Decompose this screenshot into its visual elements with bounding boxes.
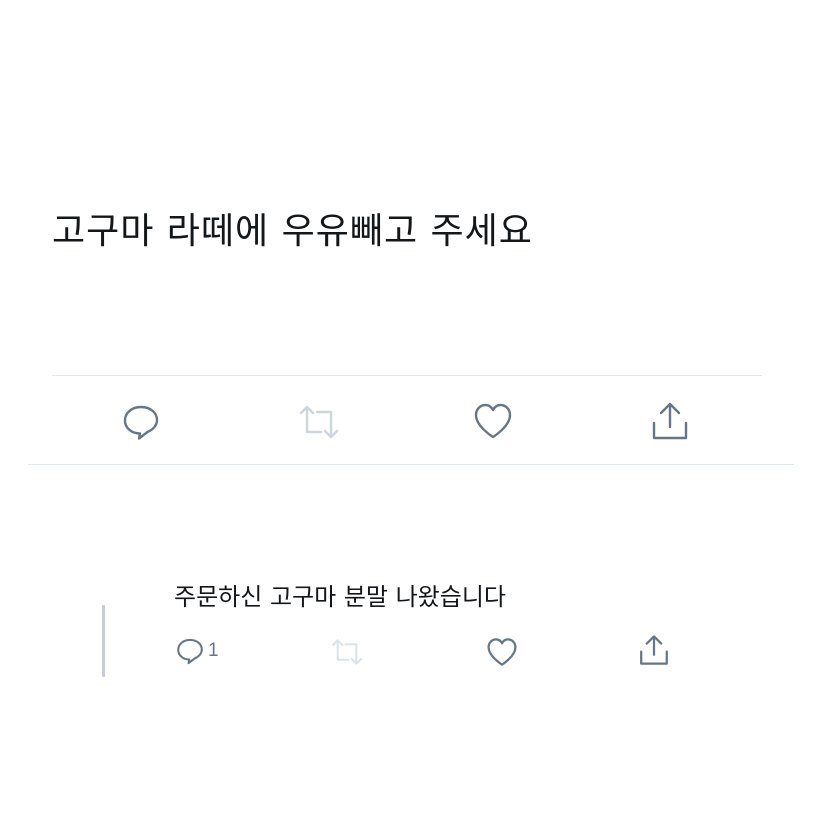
reply-icon bbox=[123, 405, 159, 440]
reply-tweet-text: 주문하신 고구마 분말 나왔습니다 bbox=[174, 583, 507, 611]
retweet-icon bbox=[299, 405, 339, 439]
share-button[interactable] bbox=[650, 401, 690, 441]
reply-icon bbox=[177, 638, 203, 665]
share-icon bbox=[652, 402, 688, 440]
reply-button[interactable] bbox=[122, 404, 160, 440]
action-bar-bottom-divider bbox=[28, 464, 794, 465]
heart-icon bbox=[487, 638, 517, 666]
reply-reply-button[interactable]: 1 bbox=[176, 637, 219, 665]
reply-share-button[interactable] bbox=[638, 634, 670, 666]
thread-line bbox=[102, 605, 105, 677]
retweet-button[interactable] bbox=[297, 404, 341, 440]
action-bar-top-divider bbox=[52, 375, 762, 376]
reply-like-button[interactable] bbox=[486, 637, 518, 667]
tweet-text: 고구마 라떼에 우유빼고 주세요 bbox=[52, 211, 533, 252]
heart-icon bbox=[474, 403, 512, 439]
reply-retweet-button[interactable] bbox=[329, 638, 365, 666]
share-icon bbox=[640, 635, 668, 665]
like-button[interactable] bbox=[473, 402, 513, 440]
retweet-icon bbox=[331, 639, 363, 665]
reply-count: 1 bbox=[208, 640, 219, 661]
